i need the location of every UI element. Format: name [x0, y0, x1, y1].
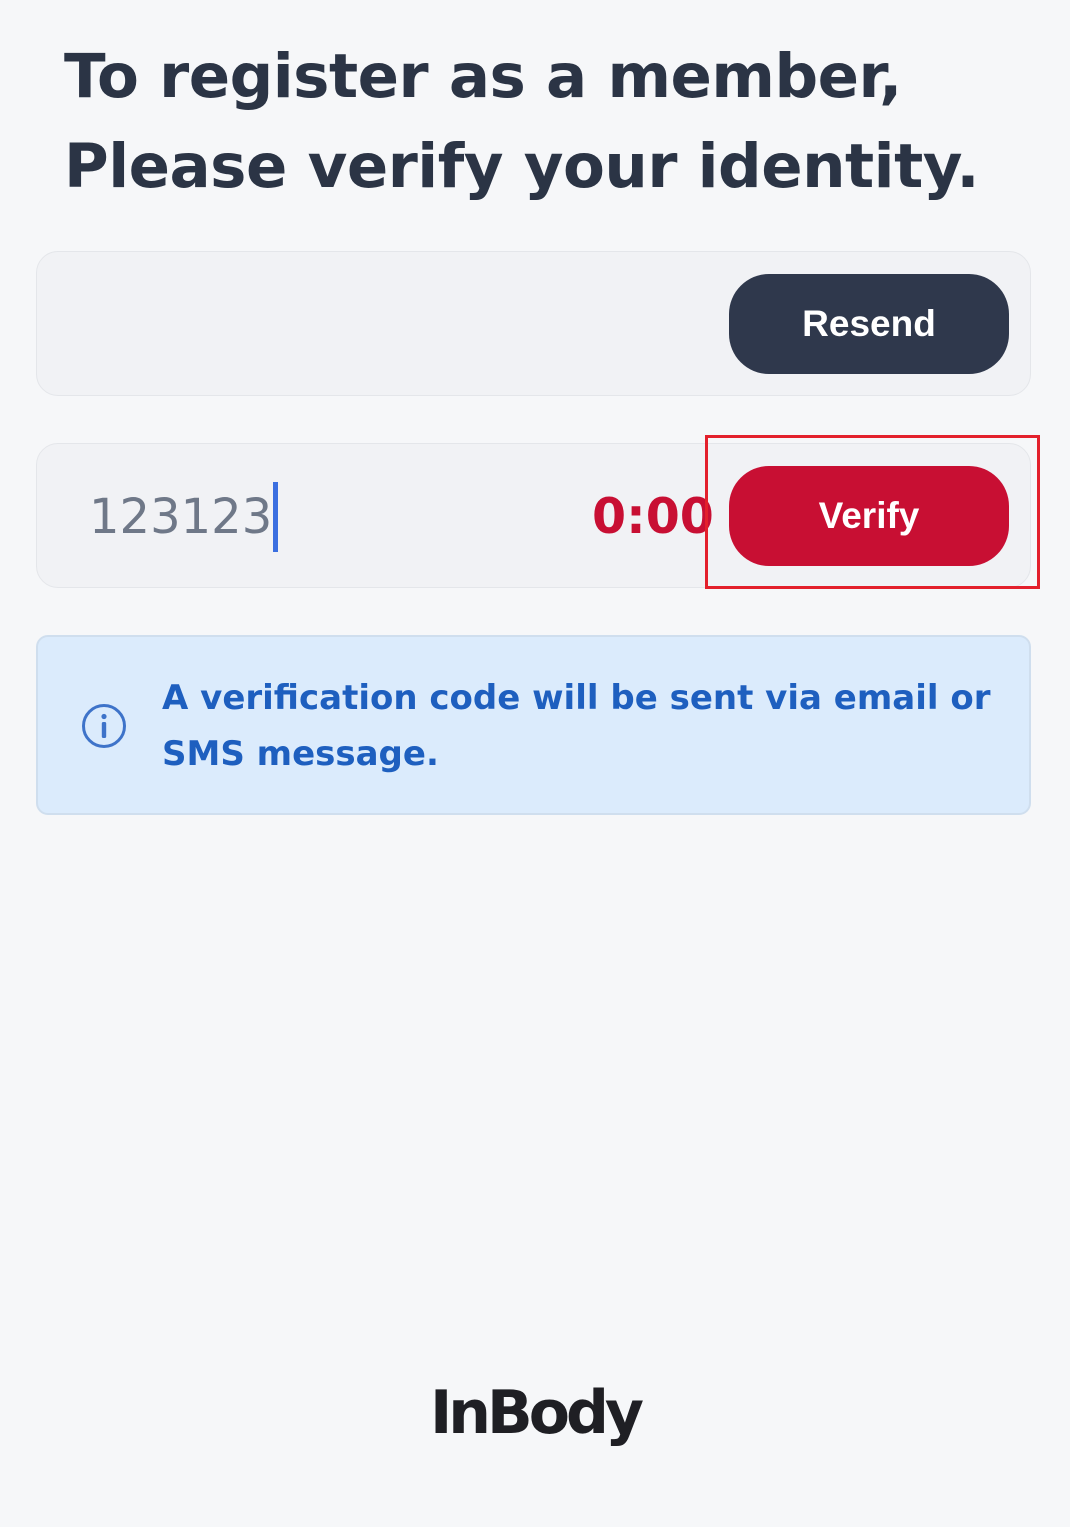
text-cursor [273, 482, 279, 552]
verification-code-value: 123123 [89, 489, 273, 545]
info-notice-text: A verification code will be sent via ema… [162, 678, 991, 774]
page-title: To register as a member, Please verify y… [64, 32, 1044, 212]
resend-button[interactable]: Resend [729, 274, 1009, 374]
inbody-logo: InBody [429, 1378, 644, 1448]
page-title-line-1: To register as a member, [64, 41, 902, 112]
info-notice: A verification code will be sent via ema… [36, 635, 1031, 815]
info-icon [82, 704, 126, 748]
resend-row: Resend [36, 251, 1031, 396]
verification-code-input[interactable]: 123123 [89, 482, 279, 552]
page-title-line-2: Please verify your identity. [64, 131, 980, 202]
countdown-timer: 0:00 [592, 488, 714, 545]
verify-button-highlight [705, 435, 1040, 589]
